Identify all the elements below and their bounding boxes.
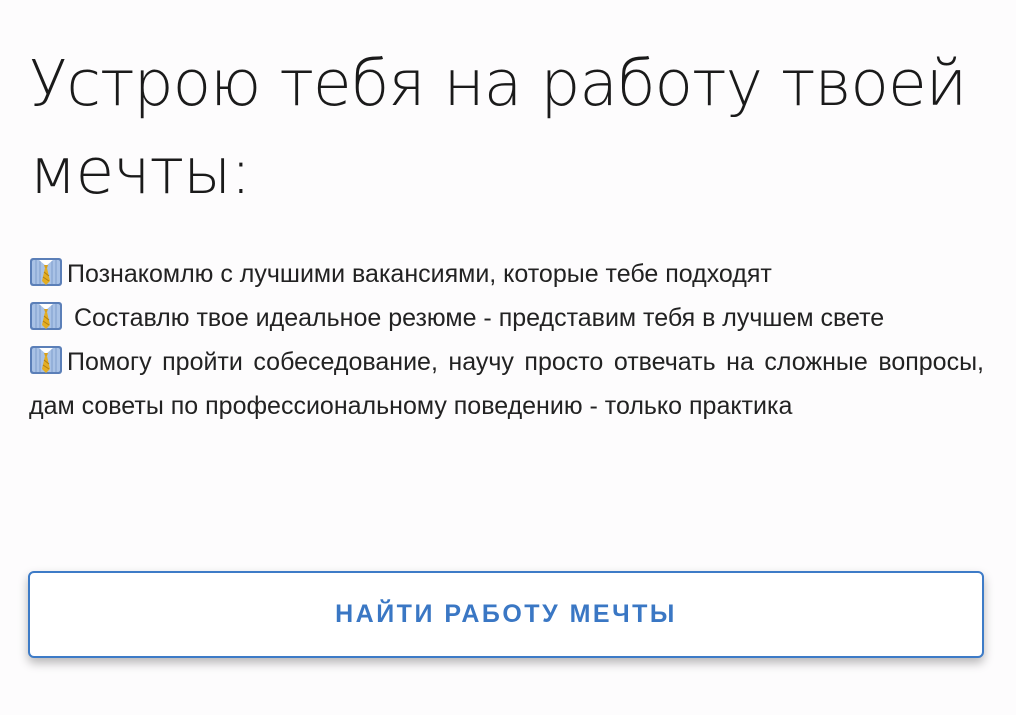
cta-container: НАЙТИ РАБОТУ МЕЧТЫ (28, 571, 984, 658)
find-dream-job-button[interactable]: НАЙТИ РАБОТУ МЕЧТЫ (28, 571, 984, 658)
hero-section: Устрою тебя на работу твоей мечты: Позна… (29, 40, 984, 428)
necktie-shirt-icon (30, 302, 62, 330)
feature-text: Составлю твое идеальное резюме - предста… (67, 304, 885, 332)
page-title: Устрою тебя на работу твоей мечты: (29, 47, 967, 208)
feature-text: Познакомлю с лучшими вакансиями, которые… (67, 260, 772, 288)
feature-item: Помогу пройти собеседование, научу прост… (29, 340, 984, 428)
feature-text: Помогу пройти собеседование, научу прост… (29, 348, 984, 420)
feature-list: Познакомлю с лучшими вакансиями, которые… (29, 252, 984, 428)
necktie-shirt-icon (30, 258, 62, 286)
feature-item: Познакомлю с лучшими вакансиями, которые… (29, 252, 984, 296)
feature-item: Составлю твое идеальное резюме - предста… (29, 296, 984, 340)
necktie-shirt-icon (30, 346, 62, 374)
